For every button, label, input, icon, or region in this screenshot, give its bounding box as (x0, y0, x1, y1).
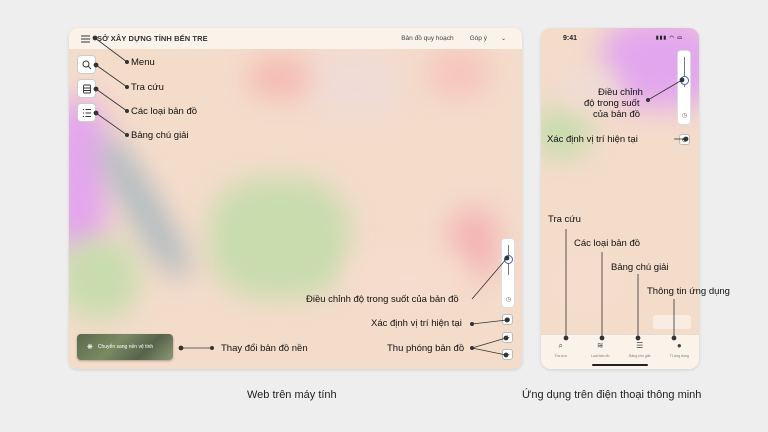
phone-map-chip (653, 315, 691, 329)
basemap-toggle-button[interactable]: ❋ Chuyển sang nền vệ tinh (77, 334, 173, 360)
search-button[interactable] (77, 55, 96, 74)
locate-button[interactable]: ⊕ (502, 314, 513, 325)
annotation-legend: Bảng chú giải (131, 130, 189, 141)
page-title: SỞ XÂY DỰNG TỈNH BẾN TRE (97, 34, 208, 43)
nav-link-planning-map[interactable]: Bản đồ quy hoạch (401, 35, 453, 42)
layers-icon: ≋ (596, 341, 604, 350)
home-indicator (592, 364, 648, 366)
zoom-out-button[interactable]: − (502, 349, 513, 360)
annotation-map-types: Các loại bản đồ (131, 106, 198, 117)
annotation-basemap: Thay đổi bản đồ nền (221, 343, 308, 354)
legend-icon: ☰ (636, 341, 644, 350)
nav-link-feedback[interactable]: Góp ý (470, 35, 487, 42)
annotation-opacity: Điều chỉnh độ trong suốt của bản đồ (306, 294, 459, 305)
satellite-icon: ❋ (87, 344, 93, 351)
annotation-search: Tra cứu (131, 82, 164, 93)
annotation-menu: Menu (131, 57, 155, 68)
annotation-phone-opacity-1: Điều chỉnh (598, 87, 643, 98)
phone-opacity-slider[interactable]: ◷ (677, 50, 691, 125)
info-icon: ● (676, 341, 682, 350)
status-icons: ▮▮▮ ◠ ▭ (655, 35, 683, 41)
phone-screen: 9:41 ▮▮▮ ◠ ▭ ◷ ⊕ ⌕ Tra cứu ≋ Loại bản đồ… (541, 28, 699, 369)
annotation-phone-map-types: Các loại bản đồ (574, 238, 641, 249)
legend-button[interactable] (77, 103, 96, 122)
phone-opacity-reset-icon[interactable]: ◷ (682, 112, 687, 119)
annotation-locate: Xác định vị trí hiện tại (371, 318, 462, 329)
opacity-slider[interactable]: ◷ (501, 238, 515, 308)
phone-locate-button[interactable]: ⊕ (679, 134, 690, 145)
phone-opacity-knob[interactable] (680, 76, 689, 85)
annotation-zoom: Thu phóng bản đồ (387, 343, 465, 354)
basemap-button-label: Chuyển sang nền vệ tinh (97, 344, 154, 350)
annotation-phone-opacity-3: của bản đồ (593, 109, 641, 120)
status-time: 9:41 (563, 34, 578, 42)
crosshair-icon: ⊕ (504, 317, 511, 324)
caption-desktop: Web trên máy tính (247, 389, 337, 401)
zoom-in-button[interactable]: + (502, 332, 513, 343)
caption-phone: Ứng dụng trên điện thoại thông minh (522, 389, 702, 401)
crosshair-icon: ⊕ (681, 137, 688, 144)
annotation-phone-app-info: Thông tin ứng dụng (647, 286, 730, 297)
legend-icon (82, 108, 91, 117)
menu-icon[interactable] (79, 33, 91, 45)
annotation-phone-opacity-2: độ trong suốt (584, 98, 640, 109)
annotation-phone-locate: Xác định vị trí hiện tại (547, 134, 638, 145)
top-bar: SỞ XÂY DỰNG TỈNH BẾN TRE Bản đồ quy hoạc… (69, 28, 522, 49)
tab-app-info[interactable]: ● Tt ứng dụng (660, 335, 700, 369)
opacity-reset-icon[interactable]: ◷ (506, 296, 511, 303)
status-bar: 9:41 ▮▮▮ ◠ ▭ (541, 28, 699, 48)
annotation-phone-legend: Bảng chú giải (611, 262, 669, 273)
search-icon: ⌕ (558, 341, 563, 350)
opacity-slider-knob[interactable] (504, 255, 513, 264)
map-types-button[interactable] (77, 79, 96, 98)
layers-icon (82, 84, 91, 93)
tab-search[interactable]: ⌕ Tra cứu (541, 335, 581, 369)
annotation-phone-search: Tra cứu (548, 214, 581, 225)
search-icon (82, 60, 91, 69)
chevron-down-icon[interactable]: ⌄ (501, 35, 506, 42)
